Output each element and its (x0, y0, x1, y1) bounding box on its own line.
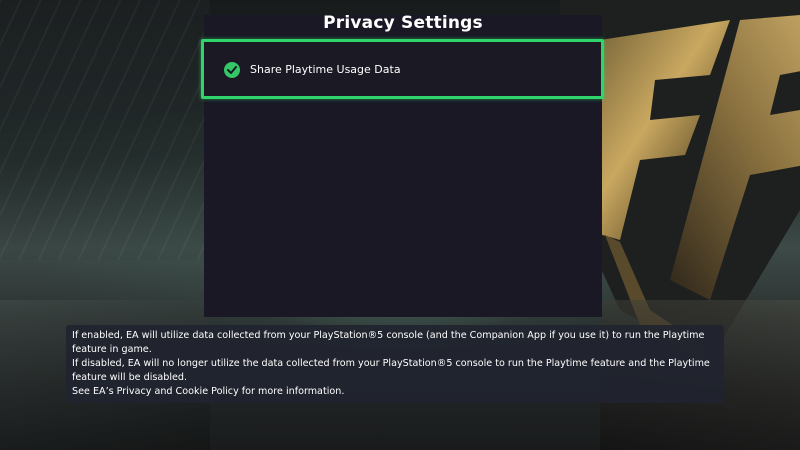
info-line: feature will be disabled. (72, 372, 188, 383)
info-description-box: If enabled, EA will utilize data collect… (66, 325, 724, 403)
info-line: If disabled, EA will no longer utilize t… (72, 358, 710, 369)
option-label: Share Playtime Usage Data (250, 63, 401, 76)
share-playtime-usage-data-option[interactable]: Share Playtime Usage Data (201, 39, 604, 99)
stadium-background-left (0, 0, 210, 260)
page-title: Privacy Settings (323, 13, 483, 33)
info-line: If enabled, EA will utilize data collect… (72, 330, 705, 341)
checkmark-circle-icon[interactable] (224, 62, 240, 78)
info-line: feature in game. (72, 344, 152, 355)
game-screen: Privacy Settings Share Playtime Usage Da… (0, 0, 800, 450)
info-line: See EA’s Privacy and Cookie Policy for m… (72, 386, 345, 397)
